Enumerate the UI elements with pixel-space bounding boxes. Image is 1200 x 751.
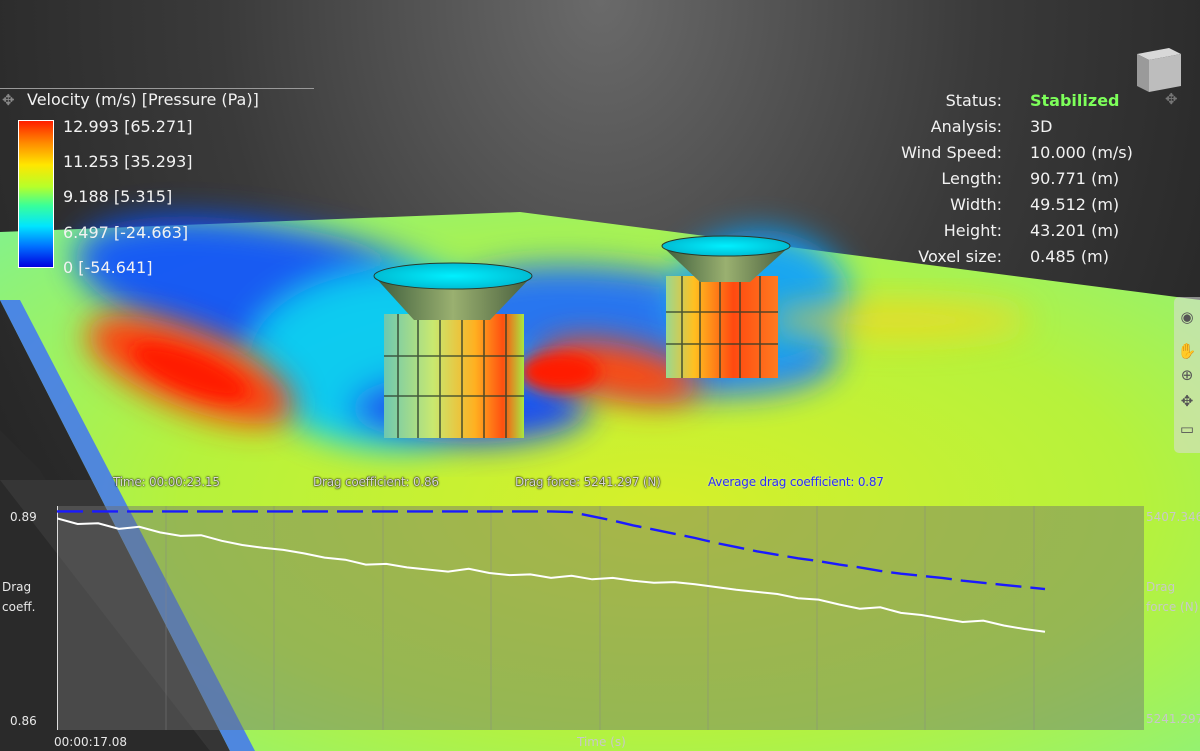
right-axis-max: 5407.346 (1146, 510, 1200, 524)
drag-force-readout: Drag force: 5241.297 (N) (515, 475, 661, 489)
width-value: 49.512 (m) (1030, 195, 1120, 214)
move-icon[interactable]: ✥ (1177, 391, 1197, 411)
drag-coefficient-series (57, 517, 1046, 633)
height-label: Height: (943, 221, 1002, 240)
height-value: 43.201 (m) (1030, 221, 1120, 240)
view-cube-icon[interactable] (1133, 44, 1185, 94)
move-arrows-icon[interactable]: ✥ (2, 91, 15, 109)
x-axis-start: 00:00:17.08 (54, 735, 127, 749)
orbit-icon[interactable]: ◉ (1177, 307, 1197, 327)
legend-label-2: 11.253 [35.293] (63, 152, 193, 171)
legend-label-3: 9.188 [5.315] (63, 187, 173, 206)
voxel-size-label: Voxel size: (918, 247, 1002, 266)
tank-a (373, 262, 533, 438)
drag-chart (57, 510, 1046, 633)
legend-label-4: 6.497 [-24.663] (63, 223, 189, 242)
zoom-icon[interactable]: ⊕ (1177, 365, 1197, 385)
color-scale-bar (18, 120, 54, 268)
legend-label-min: 0 [-54.641] (63, 258, 153, 277)
fit-view-icon[interactable]: ▭ (1177, 419, 1197, 439)
drag-coefficient-readout: Drag coefficient: 0.86 (313, 475, 439, 489)
length-value: 90.771 (m) (1030, 169, 1120, 188)
analysis-value: 3D (1030, 117, 1053, 136)
length-label: Length: (941, 169, 1002, 188)
voxel-size-value: 0.485 (m) (1030, 247, 1109, 266)
y-axis-label-line1: Drag (2, 580, 32, 594)
average-drag-readout: Average drag coefficient: 0.87 (708, 475, 884, 489)
analysis-label: Analysis: (930, 117, 1002, 136)
legend-label-max: 12.993 [65.271] (63, 117, 193, 136)
tank-b (661, 235, 791, 378)
navigation-toolbar: ◉ ✋ ⊕ ✥ ▭ (1174, 297, 1200, 453)
status-label: Status: (945, 91, 1002, 110)
y-axis-min: 0.86 (10, 714, 37, 728)
right-axis-label-line2: force (N) (1146, 600, 1199, 614)
x-axis-label: Time (s) (577, 735, 626, 749)
pan-hand-icon[interactable]: ✋ (1177, 341, 1197, 361)
time-readout: Time: 00:00:23.15 (113, 475, 220, 489)
wind-speed-label: Wind Speed: (901, 143, 1002, 162)
right-axis-label-line1: Drag (1146, 580, 1176, 594)
status-value: Stabilized (1030, 91, 1120, 110)
width-label: Width: (950, 195, 1002, 214)
y-axis-label-line2: coeff. (2, 600, 36, 614)
wind-speed-value: 10.000 (m/s) (1030, 143, 1133, 162)
move-arrows-icon[interactable]: ✥ (1165, 90, 1178, 108)
right-axis-min: 5241.297 (1146, 712, 1200, 726)
legend-title: Velocity (m/s) [Pressure (Pa)] (27, 90, 259, 109)
y-axis-max: 0.89 (10, 510, 37, 524)
